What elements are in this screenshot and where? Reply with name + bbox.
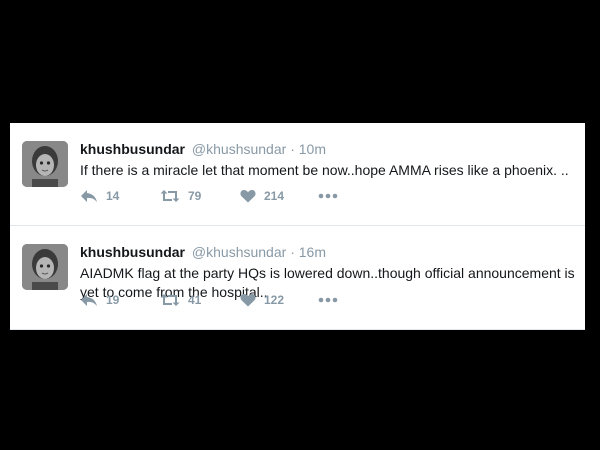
reply-icon [80,293,98,307]
user-handle[interactable]: @khushsundar [192,141,286,157]
heart-icon [240,293,256,307]
display-name[interactable]: khushbusundar [80,244,185,260]
tweet-actions: 19 41 122 [80,290,380,310]
tweet[interactable]: khushbusundar @khushsundar · 16m AIADMK … [10,226,585,330]
retweet-button[interactable]: 41 [160,290,201,310]
like-count: 122 [264,293,285,307]
retweet-icon [160,189,180,203]
retweet-count: 41 [188,293,202,307]
more-options-icon [318,297,338,303]
retweet-icon [160,293,180,307]
avatar[interactable] [22,244,68,290]
avatar[interactable] [22,141,68,187]
reply-count: 14 [106,189,120,203]
reply-count: 19 [106,293,120,307]
retweet-count: 79 [188,189,202,203]
timeline-panel: khushbusundar @khushsundar · 10m If ther… [10,123,585,330]
reply-button[interactable]: 14 [80,186,119,206]
more-button[interactable] [318,186,338,206]
separator-dot: · [290,141,295,157]
like-count: 214 [264,189,285,203]
display-name[interactable]: khushbusundar [80,141,185,157]
timestamp[interactable]: 16m [299,244,326,260]
reply-icon [80,189,98,203]
like-button[interactable]: 122 [240,290,284,310]
tweet-actions: 14 79 214 [80,186,380,206]
more-options-icon [318,193,338,199]
reply-button[interactable]: 19 [80,290,119,310]
more-button[interactable] [318,290,338,310]
tweet[interactable]: khushbusundar @khushsundar · 10m If ther… [10,123,585,226]
timestamp[interactable]: 10m [299,141,326,157]
heart-icon [240,189,256,203]
separator-dot: · [290,244,295,260]
user-handle[interactable]: @khushsundar [192,244,286,260]
tweet-header: khushbusundar @khushsundar · 10m [80,141,326,157]
tweet-header: khushbusundar @khushsundar · 16m [80,244,326,260]
retweet-button[interactable]: 79 [160,186,201,206]
tweet-text: If there is a miracle let that moment be… [80,162,569,178]
like-button[interactable]: 214 [240,186,284,206]
